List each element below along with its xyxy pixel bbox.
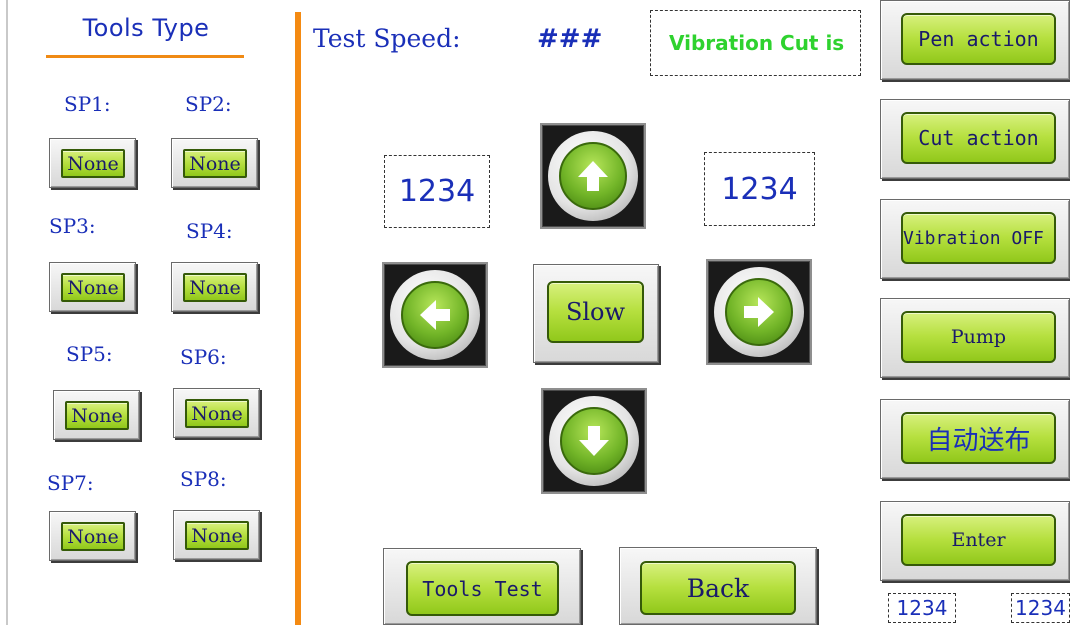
sp1-tool-value: None (61, 149, 125, 178)
test-speed-value: ### (537, 24, 603, 54)
cut-action-label: Cut action (901, 112, 1056, 164)
slow-label: Slow (547, 281, 644, 343)
pen-action-button[interactable]: Pen action (880, 0, 1070, 80)
sp5-tool-button[interactable]: None (53, 390, 140, 440)
sp2-tool-value: None (183, 149, 247, 178)
enter-button[interactable]: Enter (880, 501, 1070, 581)
sp5-tool-value: None (65, 401, 129, 430)
vibration-status-box: Vibration Cut is (650, 10, 861, 76)
vibration-toggle-label: Vibration OFF (901, 212, 1056, 264)
pen-action-label: Pen action (901, 13, 1056, 65)
sp3-label: SP3: (49, 214, 96, 238)
auto-feed-label: 自动送布 (901, 412, 1056, 464)
sp8-tool-value: None (185, 521, 249, 550)
sp2-tool-button[interactable]: None (171, 138, 258, 188)
jog-left-button[interactable] (382, 262, 488, 368)
title-underline (46, 55, 244, 58)
sp6-tool-button[interactable]: None (173, 388, 260, 438)
sp6-tool-value: None (185, 399, 249, 428)
arrow-up-icon (559, 142, 627, 210)
auto-feed-button[interactable]: 自动送布 (880, 399, 1070, 479)
left-counter: 1234 (384, 155, 490, 228)
vibration-status-text: Vibration Cut is (669, 31, 845, 55)
sp7-label: SP7: (47, 471, 94, 495)
orange-divider (295, 12, 301, 625)
sp6-label: SP6: (180, 345, 227, 369)
sp7-tool-value: None (61, 522, 125, 551)
back-label: Back (640, 561, 796, 615)
jog-right-button[interactable] (706, 259, 812, 365)
jog-down-button[interactable] (541, 388, 647, 494)
sp1-tool-button[interactable]: None (49, 138, 136, 188)
cut-action-button[interactable]: Cut action (880, 99, 1070, 179)
vibration-toggle-button[interactable]: Vibration OFF (880, 199, 1070, 279)
sp3-tool-value: None (61, 273, 125, 302)
back-button[interactable]: Back (619, 547, 817, 625)
jog-down-ring (549, 396, 639, 486)
bottom-counter-2: 1234 (1011, 593, 1070, 623)
sp7-tool-button[interactable]: None (49, 511, 136, 561)
tools-test-button[interactable]: Tools Test (383, 548, 581, 625)
jog-up-ring (548, 131, 638, 221)
sp3-tool-button[interactable]: None (49, 262, 136, 312)
left-panel-border (6, 0, 8, 625)
sp8-label: SP8: (180, 467, 227, 491)
tools-type-title: Tools Type (82, 14, 210, 42)
bottom-counter-1: 1234 (888, 593, 956, 623)
arrow-left-icon (401, 281, 469, 349)
right-counter: 1234 (704, 152, 815, 226)
sp4-tool-value: None (183, 273, 247, 302)
test-speed-label: Test Speed: (313, 24, 461, 53)
arrow-right-icon (725, 278, 793, 346)
sp1-label: SP1: (64, 92, 111, 116)
sp4-label: SP4: (186, 219, 233, 243)
enter-label: Enter (901, 514, 1056, 566)
arrow-down-icon (560, 407, 628, 475)
jog-up-button[interactable] (540, 123, 646, 229)
sp8-tool-button[interactable]: None (173, 510, 260, 560)
jog-right-ring (714, 267, 804, 357)
sp2-label: SP2: (185, 92, 232, 116)
pump-button[interactable]: Pump (880, 298, 1070, 378)
tools-test-label: Tools Test (406, 561, 559, 616)
sp5-label: SP5: (66, 342, 113, 366)
pump-label: Pump (901, 311, 1056, 363)
slow-button[interactable]: Slow (533, 264, 659, 363)
sp4-tool-button[interactable]: None (171, 262, 258, 312)
jog-left-ring (390, 270, 480, 360)
